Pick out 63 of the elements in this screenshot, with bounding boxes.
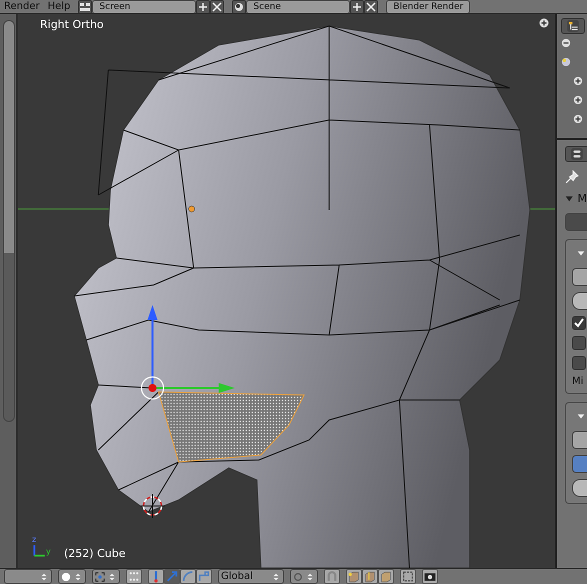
sphere-icon [61,572,71,582]
scene-field[interactable]: Scene [246,0,350,13]
checkbox[interactable] [572,336,586,350]
updown-icon [73,572,83,582]
view-name: Right Ortho [40,18,104,31]
scene-sphere-icon[interactable] [561,57,571,67]
updown-icon [39,572,49,582]
pivot-icon [95,572,105,582]
pin-icon[interactable] [565,170,579,184]
scene-icon[interactable] [232,0,246,13]
number-field[interactable] [572,292,587,310]
magnet-icon[interactable] [324,569,340,584]
vertex-select-icon[interactable] [346,569,362,584]
menu-item[interactable]: Help [48,1,70,12]
axis-label: y [46,548,51,556]
add-icon[interactable] [350,0,364,13]
proportional-dropdown[interactable] [290,569,318,584]
close-icon[interactable] [364,0,378,13]
outliner-icon[interactable] [561,18,585,34]
arc-icon[interactable] [180,569,196,584]
number-field[interactable] [572,479,587,497]
properties-editor-icon[interactable] [565,146,587,162]
updown-icon [305,572,315,582]
updown-icon [107,572,117,582]
layout-icon[interactable] [78,0,92,13]
camera-icon[interactable] [422,569,438,584]
checkbox[interactable] [572,356,586,370]
updown-icon [271,572,281,582]
menu-item[interactable]: Render [4,1,40,12]
scale-icon[interactable] [196,569,212,584]
expand-icon[interactable] [573,114,583,124]
edge-select-icon[interactable] [362,569,378,584]
selected-face[interactable] [158,391,305,463]
3d-cursor-icon[interactable] [140,494,166,518]
selected-field[interactable] [572,455,587,473]
add-icon[interactable] [196,0,210,13]
expand-icon[interactable] [573,95,583,105]
close-icon[interactable] [210,0,224,13]
mode-dropdown[interactable] [4,569,52,584]
manipulator-icon[interactable] [148,569,164,584]
plus-icon[interactable] [539,18,549,28]
object-info: (252) Cube [64,547,126,560]
collapse-icon[interactable] [561,38,571,48]
face-select-icon[interactable] [378,569,394,584]
panel-field[interactable] [572,268,587,286]
field-label: Mi [572,376,584,387]
triangle-icon[interactable] [565,194,574,203]
dots-icon[interactable] [126,569,142,584]
occlude-icon[interactable] [400,569,416,584]
expand-icon[interactable] [573,76,583,86]
orientation-dropdown[interactable]: Global [218,569,284,584]
panel-field[interactable] [572,431,587,449]
vertex-marker [188,206,195,212]
ring-icon [293,572,303,582]
axis-label: z [32,536,36,544]
checkbox[interactable] [572,316,586,330]
screen-layout-field[interactable]: Screen [92,0,196,13]
shading-dropdown[interactable] [58,569,86,584]
pivot-dropdown[interactable] [92,569,120,584]
render-engine-dropdown[interactable]: Blender Render [386,0,470,13]
scrollbar[interactable] [3,20,15,422]
axis-gizmo-icon [32,544,46,558]
section-label: M [578,192,587,205]
